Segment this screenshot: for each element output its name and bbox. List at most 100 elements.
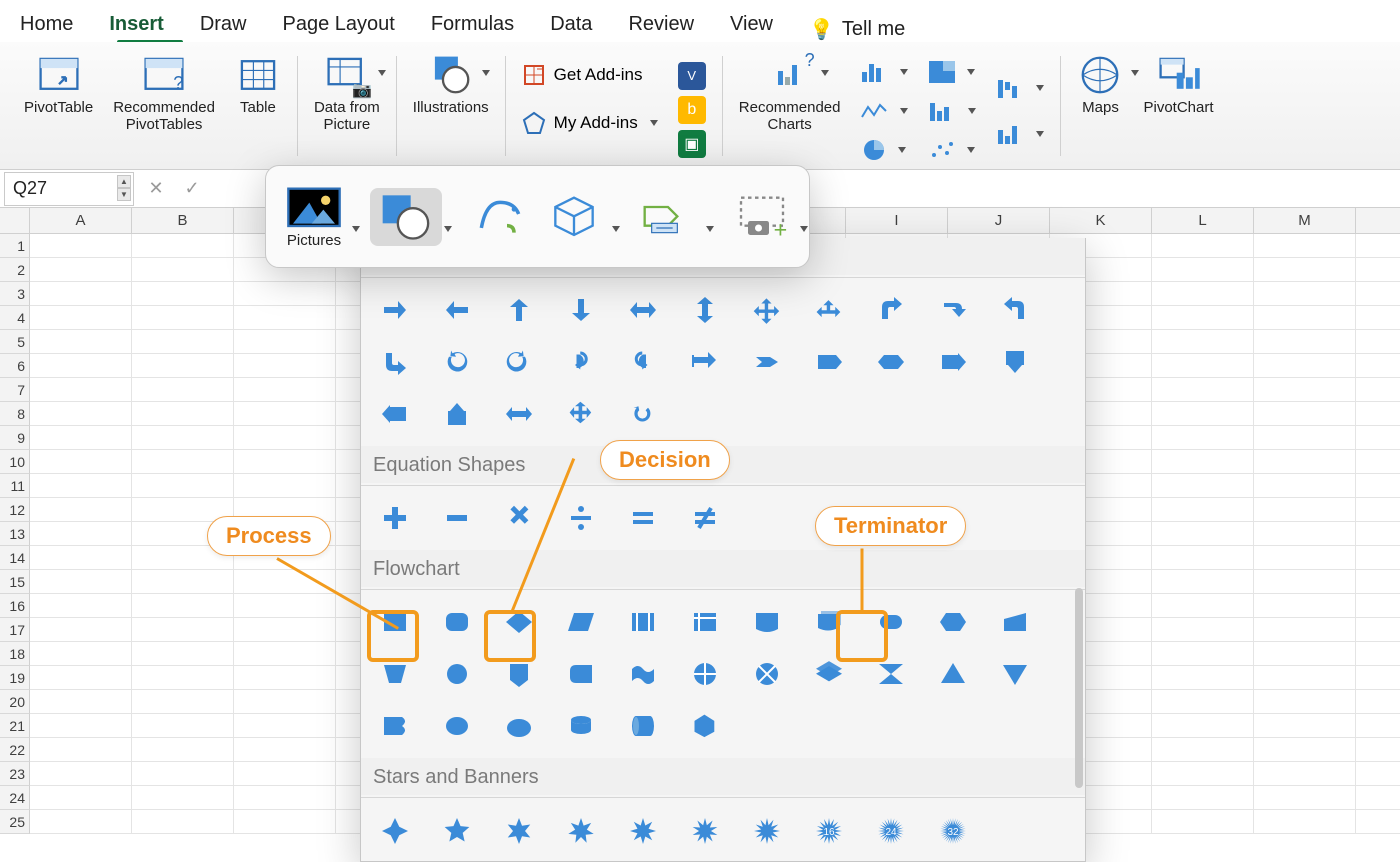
pictures-caret[interactable] [352,226,360,232]
shape-arrow-quad[interactable] [749,292,785,328]
select-all-corner[interactable] [0,208,30,233]
screenshot-caret[interactable] [800,226,808,232]
cell[interactable] [132,258,234,281]
cell[interactable] [132,570,234,593]
cell[interactable] [1152,402,1254,425]
row-header[interactable]: 21 [0,714,30,738]
3d-models-menu-item[interactable] [538,188,610,246]
shape-flowchart-summing-junction[interactable] [687,656,723,692]
column-header[interactable]: L [1152,208,1254,233]
cell[interactable] [234,354,336,377]
cell[interactable] [132,642,234,665]
row-header[interactable]: 8 [0,402,30,426]
maps-button[interactable]: Maps [1077,52,1123,117]
waterfall-chart-button[interactable] [996,76,1024,100]
cell[interactable] [30,258,132,281]
pictures-menu-item[interactable]: Pictures [278,178,350,255]
row-header[interactable]: 15 [0,570,30,594]
cell[interactable] [30,474,132,497]
cell[interactable] [234,786,336,809]
cell[interactable] [1254,258,1356,281]
shape-arrow-striped-right[interactable] [687,344,723,380]
name-box-stepper[interactable]: ▲▼ [117,175,131,201]
cell[interactable] [1152,762,1254,785]
row-header[interactable]: 14 [0,546,30,570]
tab-page-layout[interactable]: Page Layout [283,13,395,42]
screenshot-menu-item[interactable]: + [726,188,798,246]
statistic-chart-button[interactable] [928,99,956,123]
row-header[interactable]: 12 [0,498,30,522]
shape-arrow-bent-left[interactable] [997,292,1033,328]
shape-arrow-circular[interactable] [625,396,661,432]
shape-star-10[interactable] [687,812,723,848]
column-header[interactable]: I [846,208,948,233]
shape-flowchart-predefined-process[interactable] [625,604,661,640]
icons-menu-item[interactable] [464,188,536,246]
column-header[interactable]: B [132,208,234,233]
cell[interactable] [234,402,336,425]
cell[interactable] [30,450,132,473]
cell[interactable] [132,402,234,425]
pie-chart-button[interactable] [862,138,886,162]
shape-flowchart-or[interactable] [749,656,785,692]
tell-me-search[interactable]: 💡 Tell me [809,17,905,42]
cell[interactable] [1254,810,1356,833]
cell[interactable] [30,570,132,593]
shape-arrow-left-right[interactable] [625,292,661,328]
gallery-scrollbar[interactable] [1075,588,1083,788]
name-box[interactable]: Q27 ▲▼ [4,172,134,206]
cell[interactable] [30,546,132,569]
row-header[interactable]: 3 [0,282,30,306]
cell[interactable] [1152,546,1254,569]
cell[interactable] [1152,426,1254,449]
cell[interactable] [30,522,132,545]
shape-flowchart-manual-input[interactable] [997,604,1033,640]
cell[interactable] [30,666,132,689]
shape-star-32[interactable]: 32 [935,812,971,848]
shape-flowchart-connector[interactable] [439,656,475,692]
cell[interactable] [30,282,132,305]
shape-arrow-callout-leftright[interactable] [501,396,537,432]
shape-arrow-pentagon[interactable] [811,344,847,380]
cell[interactable] [132,714,234,737]
shape-star-7[interactable] [563,812,599,848]
shape-flowchart-data[interactable] [563,604,599,640]
tab-formulas[interactable]: Formulas [431,13,514,42]
tab-view[interactable]: View [730,13,773,42]
cell[interactable] [1254,378,1356,401]
row-header[interactable]: 22 [0,738,30,762]
cell[interactable] [1152,330,1254,353]
recommended-pivottables-button[interactable]: ? Recommended PivotTables [113,52,215,133]
shape-star-4[interactable] [377,812,413,848]
shapes-menu-item[interactable] [370,188,442,246]
cell[interactable] [30,306,132,329]
cell[interactable] [234,426,336,449]
column-header[interactable]: M [1254,208,1356,233]
row-header[interactable]: 9 [0,426,30,450]
cell[interactable] [30,738,132,761]
cell[interactable] [1254,690,1356,713]
table-button[interactable]: Table [235,52,281,117]
cancel-entry-button[interactable]: ✕ [138,172,174,206]
cell[interactable] [1152,282,1254,305]
shape-flowchart-direct-access[interactable] [625,708,661,744]
cell[interactable] [234,594,336,617]
cell[interactable] [1152,642,1254,665]
people-addin-icon[interactable]: ▣ [678,130,706,158]
cell[interactable] [1254,498,1356,521]
cell[interactable] [132,618,234,641]
shape-divide[interactable] [563,500,599,536]
cell[interactable] [30,810,132,833]
recommended-charts-button[interactable]: ? Recommended Charts [739,52,841,133]
my-addins-button[interactable]: My Add-ins [522,106,658,140]
cell[interactable] [132,282,234,305]
cell[interactable] [30,354,132,377]
cell[interactable] [1152,450,1254,473]
shape-flowchart-delay[interactable] [439,708,475,744]
cell[interactable] [1152,522,1254,545]
cell[interactable] [1152,666,1254,689]
cell[interactable] [132,690,234,713]
cell[interactable] [1152,786,1254,809]
tab-insert[interactable]: Insert [109,13,163,42]
row-header[interactable]: 4 [0,306,30,330]
